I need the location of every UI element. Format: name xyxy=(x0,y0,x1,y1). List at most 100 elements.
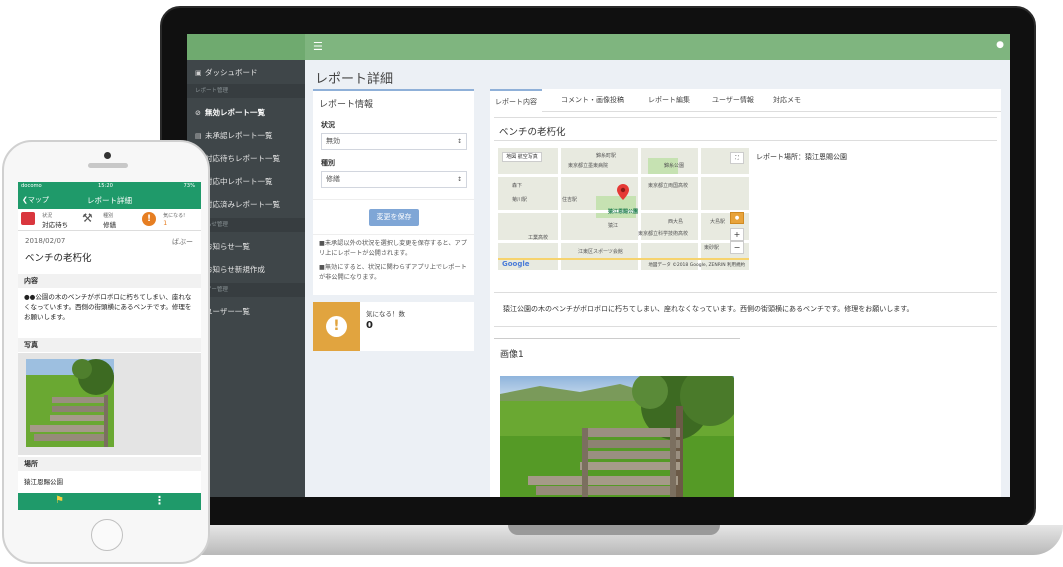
sidebar-item-invalid-reports[interactable]: ⊘ 無効レポート一覧 xyxy=(187,102,305,124)
location-map[interactable]: 地図 航空写真 ⛶ 錦糸町駅 東京都立墨東病院 錦糸公園 東京都立両国高校 住吉… xyxy=(498,148,749,270)
map-label: 大島駅 xyxy=(710,219,726,225)
user-account-icon[interactable]: ● xyxy=(996,40,1004,50)
type-badge: ⚒ 種別 修繕 xyxy=(82,211,117,230)
tab-response-memo[interactable]: 対応メモ xyxy=(768,89,806,112)
map-pin-icon[interactable]: ⚑ xyxy=(55,495,64,506)
battery: 73% xyxy=(183,183,195,189)
admin-screen: ☰ ● ▣ ダッシュボード レポート管理 ⊘ 無効レポート一覧 ▤ 未承認レポート一覧… xyxy=(187,34,1010,497)
map-road xyxy=(558,148,561,270)
map-label: 西大島 xyxy=(668,219,684,225)
like-badge[interactable]: ! 気になる! 1 xyxy=(142,212,185,231)
map-label: 森下 xyxy=(512,183,523,189)
zoom-out-button[interactable]: − xyxy=(730,241,744,254)
tools-icon: ⚒ xyxy=(82,211,93,225)
map-copyright: 地図データ ©2018 Google, ZENRIN 利用規約 xyxy=(648,263,745,268)
zoom-in-button[interactable]: + xyxy=(730,228,744,241)
app-title: レポート詳細 xyxy=(87,196,132,205)
map-label: 東京都立墨東病院 xyxy=(568,163,609,169)
mobile-screen: docomo 15:20 73% ❮マップ レポート詳細 状況 対応待ち ⚒ 種… xyxy=(18,182,201,510)
divider xyxy=(313,199,474,200)
status-select[interactable]: 無効 ↕ xyxy=(321,133,467,150)
report-name: ベンチの老朽化 xyxy=(499,127,566,138)
inbox-icon: ▤ xyxy=(195,132,202,140)
carrier: docomo xyxy=(21,183,42,189)
map-label: 菊川駅 xyxy=(512,197,528,203)
status-bar: docomo 15:20 73% xyxy=(18,182,201,191)
phone-camera xyxy=(104,152,111,159)
bottom-toolbar: ⚑ ⋮ xyxy=(18,493,201,510)
status-badge: 状況 対応待ち xyxy=(21,212,68,231)
top-navbar: ☰ ● xyxy=(187,34,1010,60)
report-date: 2018/02/07 xyxy=(25,237,66,245)
sidebar-item-dashboard[interactable]: ▣ ダッシュボード xyxy=(187,62,305,84)
type-select[interactable]: 修繕 ↕ xyxy=(321,171,467,188)
map-road xyxy=(638,148,641,270)
map-label: 東砂駅 xyxy=(704,245,720,251)
save-changes-button[interactable]: 変更を保存 xyxy=(369,209,419,226)
clock: 15:20 xyxy=(98,183,113,189)
ban-icon: ⊘ xyxy=(195,109,201,117)
like-count-box: ! 気になる！数 0 xyxy=(313,302,474,351)
report-content: ●●公園の木のベンチがボロボロに朽ちてしまい、座れなくなっています。西側の街頭横… xyxy=(24,293,192,321)
tab-report-content[interactable]: レポート内容 xyxy=(490,89,542,112)
street-view-icon[interactable]: ● xyxy=(730,212,744,224)
report-author: ばぶー xyxy=(172,238,193,246)
map-label: 工業高校 xyxy=(528,235,549,241)
map-type-toggle[interactable]: 地図 航空写真 xyxy=(502,152,542,162)
pin-label: 猿江恩賜公園 xyxy=(608,209,639,215)
divider xyxy=(494,292,997,293)
fullscreen-icon[interactable]: ⛶ xyxy=(730,152,744,164)
map-pin-icon[interactable] xyxy=(617,184,629,200)
place-heading: 場所 xyxy=(18,457,201,471)
more-options-icon[interactable]: ⋮ xyxy=(154,494,165,507)
map-label: 猿江 xyxy=(608,223,619,229)
tab-comments-images[interactable]: コメント・画像投稿 xyxy=(556,89,629,112)
page-title: レポート詳細 xyxy=(315,72,394,87)
alert-bubble-icon xyxy=(21,212,35,225)
select-arrow-icon: ↕ xyxy=(456,176,462,183)
like-count: 0 xyxy=(366,320,373,331)
like-icon-box: ! xyxy=(313,302,360,351)
tab-report-edit[interactable]: レポート編集 xyxy=(643,89,695,112)
tab-bar: レポート内容 コメント・画像投稿 レポート編集 ユーザー情報 対応メモ xyxy=(490,89,1001,112)
map-label: 住吉駅 xyxy=(562,197,578,203)
divider xyxy=(494,326,997,327)
exclamation-icon: ! xyxy=(326,316,347,337)
note-publish: ■未承認以外の状況を選択し変更を保存すると、アプリ上にレポートが公開されます。 xyxy=(319,240,467,257)
note-invalid: ■無効にすると、状況に関わらずアプリ上でレポートが非公開になります。 xyxy=(319,264,467,281)
divider xyxy=(494,140,997,141)
tab-user-info[interactable]: ユーザー情報 xyxy=(707,89,759,112)
map-label: 江東区スポーツ会館 xyxy=(578,249,623,255)
exclamation-icon: ! xyxy=(142,212,156,226)
image-heading: 画像1 xyxy=(500,350,524,360)
home-button[interactable] xyxy=(91,519,123,551)
map-label: 錦糸町駅 xyxy=(596,153,617,159)
google-logo: Google xyxy=(502,260,530,268)
map-label: 東京都立科学技術高校 xyxy=(638,231,689,237)
phone-speaker xyxy=(88,163,128,168)
hamburger-menu-icon[interactable]: ☰ xyxy=(313,40,323,53)
report-photo[interactable] xyxy=(500,376,734,497)
badge-row: 状況 対応待ち ⚒ 種別 修繕 ! 気になる! 1 xyxy=(18,209,201,231)
map-label: 東京都立両国高校 xyxy=(648,183,689,189)
sidebar-item-unapproved-reports[interactable]: ▤ 未承認レポート一覧 xyxy=(187,125,305,147)
content-heading: 内容 xyxy=(18,274,201,288)
report-info-title: レポート情報 xyxy=(319,100,374,110)
map-road xyxy=(498,174,749,177)
sidebar-header-report: レポート管理 xyxy=(187,84,305,98)
type-label: 種別 xyxy=(321,159,335,167)
report-place: 猿江恩賜公園 xyxy=(24,478,63,486)
like-label: 気になる！数 xyxy=(366,310,405,318)
divider xyxy=(494,338,740,339)
laptop-notch xyxy=(508,525,720,535)
report-info-panel: レポート情報 状況 無効 ↕ 種別 修繕 ↕ 変更を保存 ■未承認以外の状況を選… xyxy=(313,89,474,295)
status-label: 状況 xyxy=(321,121,335,129)
report-photo-thumbnail[interactable] xyxy=(26,359,114,447)
report-location: レポート場所：猿江恩賜公園 xyxy=(756,153,847,161)
map-road xyxy=(698,148,701,270)
phone-frame: docomo 15:20 73% ❮マップ レポート詳細 状況 対応待ち ⚒ 種… xyxy=(2,140,210,564)
report-description: 猿江公園の木のベンチがボロボロに朽ちてしまい、座れなくなっています。西側の街頭横… xyxy=(503,305,914,313)
map-label: 錦糸公園 xyxy=(664,163,685,169)
photo-heading: 写真 xyxy=(18,338,201,352)
dashboard-icon: ▣ xyxy=(195,69,202,77)
